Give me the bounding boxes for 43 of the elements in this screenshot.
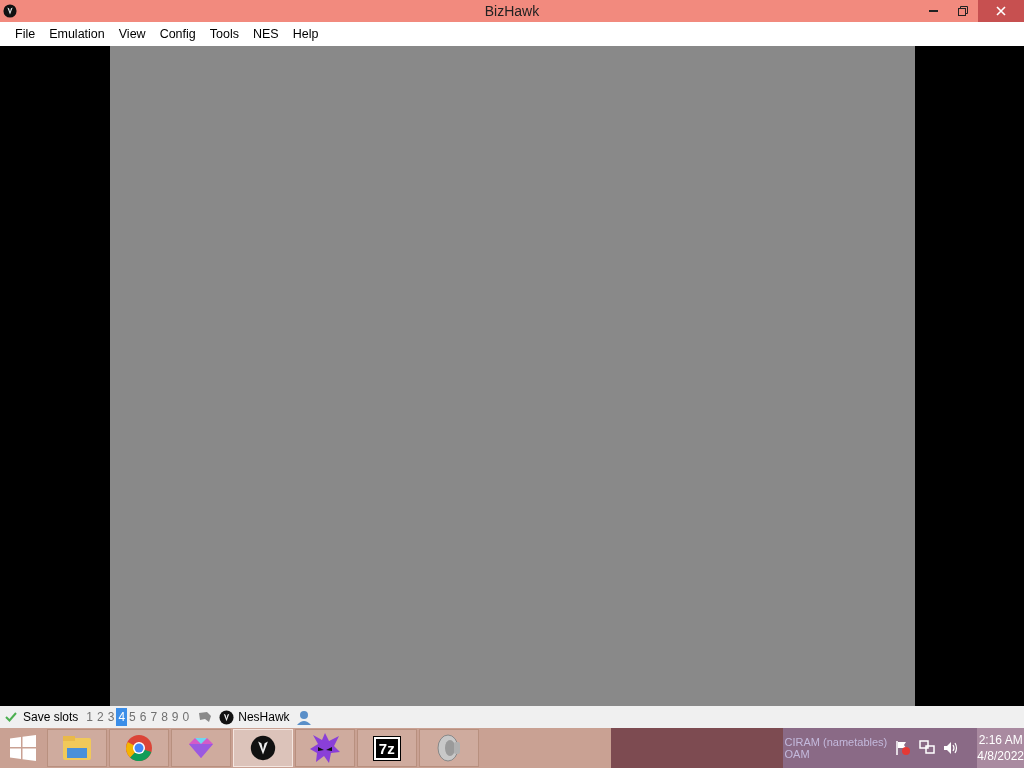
gem-icon — [186, 736, 215, 760]
close-icon — [996, 6, 1006, 16]
menu-item[interactable]: Help — [285, 24, 326, 44]
clock[interactable]: 2:16 AM 4/8/2022 — [977, 728, 1024, 768]
clock-time: 2:16 AM — [978, 732, 1023, 748]
save-slot[interactable]: 1 — [84, 708, 96, 726]
folder-icon — [61, 735, 92, 761]
save-slot[interactable]: 9 — [169, 708, 181, 726]
save-slots-label: Save slots — [23, 709, 79, 726]
taskbar-app-button[interactable]: 7z — [356, 729, 417, 767]
core-name: NesHawk — [238, 709, 290, 726]
background-text: CIRAM (nametables) — [784, 736, 888, 748]
menu-item[interactable]: Tools — [202, 24, 246, 44]
restore-icon — [958, 6, 968, 16]
menu-item[interactable]: Emulation — [42, 24, 112, 44]
save-slot[interactable]: 5 — [127, 708, 138, 726]
windows-logo-icon — [10, 735, 37, 761]
menu-item[interactable]: View — [111, 24, 153, 44]
hawk-logo-icon — [219, 709, 235, 725]
check-icon — [5, 712, 17, 722]
browser-icon — [124, 734, 153, 762]
menu-item[interactable]: NES — [245, 24, 286, 44]
save-slot[interactable]: 8 — [159, 708, 170, 726]
hawk-logo-icon — [3, 4, 17, 18]
sevenzip-icon: 7z — [373, 736, 400, 760]
save-slot[interactable]: 4 — [116, 708, 128, 726]
save-slot[interactable]: 2 — [95, 708, 106, 726]
background-text: OAM — [784, 748, 811, 760]
flag-error-icon[interactable] — [894, 740, 911, 756]
user-icon — [295, 709, 312, 725]
save-slot[interactable]: 7 — [148, 708, 160, 726]
network-icon[interactable] — [918, 740, 935, 756]
menu-item[interactable]: Config — [152, 24, 203, 44]
volume-icon[interactable] — [942, 740, 959, 756]
controller-icon — [197, 710, 214, 724]
menu-item[interactable]: File — [8, 24, 43, 44]
save-slot[interactable]: 6 — [137, 708, 149, 726]
window-title: BizHawk — [484, 1, 540, 21]
spiky-creature-icon — [308, 732, 341, 764]
hawk-logo-icon — [249, 735, 276, 761]
clock-date: 4/8/2022 — [977, 748, 1024, 764]
save-slot[interactable]: 0 — [180, 708, 192, 726]
save-slot[interactable]: 3 — [105, 708, 117, 726]
